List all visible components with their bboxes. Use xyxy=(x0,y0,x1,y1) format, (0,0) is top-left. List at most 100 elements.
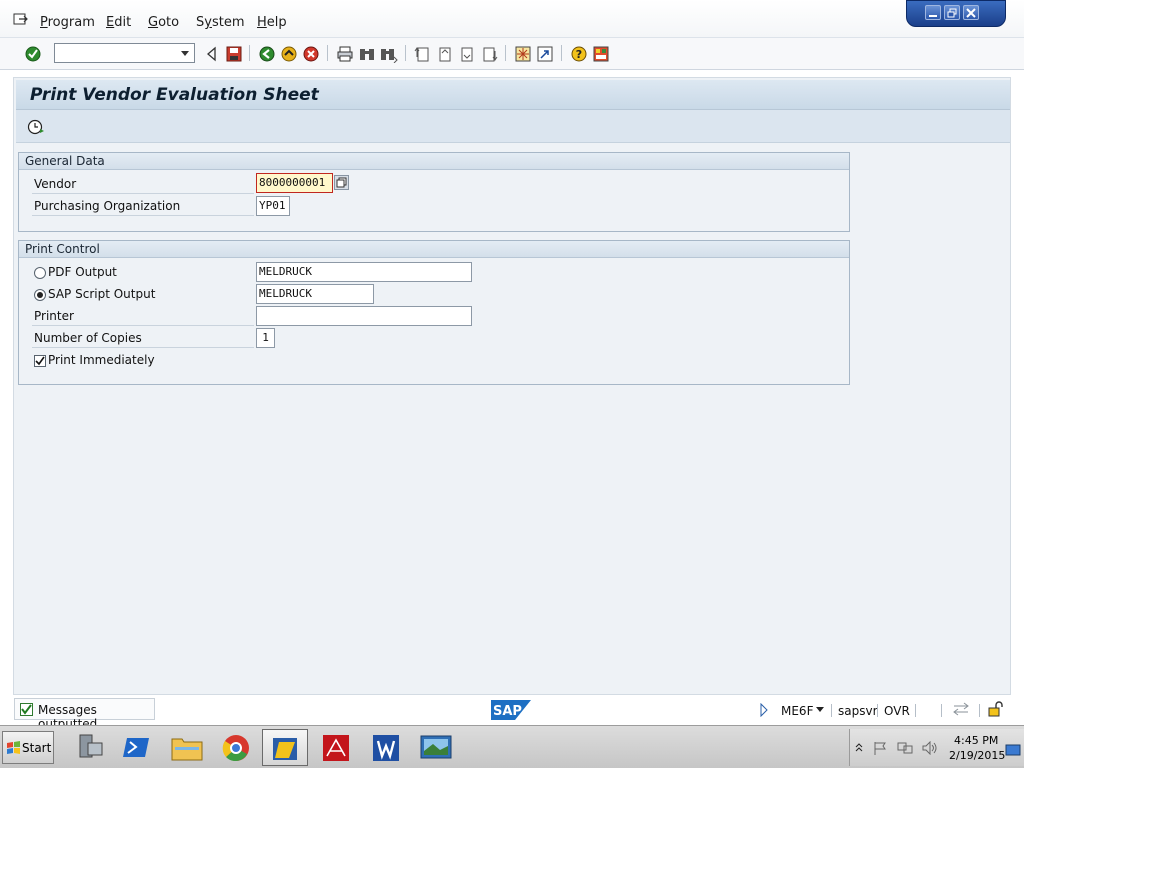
toolbar-separator xyxy=(561,45,562,61)
explorer-taskbar-button[interactable] xyxy=(164,729,210,766)
first-page-icon[interactable] xyxy=(414,45,432,63)
chrome-taskbar-button[interactable] xyxy=(213,729,259,766)
title-bar: Print Vendor Evaluation Sheet xyxy=(16,80,1010,110)
minimize-icon xyxy=(929,15,937,17)
label-underline xyxy=(32,215,254,216)
menu-edit[interactable]: Edit xyxy=(106,15,131,30)
main-area: Print Vendor Evaluation Sheet General Da… xyxy=(13,77,1011,695)
clock-time[interactable]: 4:45 PM xyxy=(954,734,998,747)
purchasing-organization-field[interactable]: YP01 xyxy=(256,196,290,216)
acrobat-taskbar-button[interactable] xyxy=(313,729,359,766)
windows-logo-icon xyxy=(7,741,20,754)
network-icon[interactable] xyxy=(897,741,913,755)
checkmark-icon xyxy=(21,704,32,715)
next-page-icon[interactable] xyxy=(458,45,476,63)
word-icon xyxy=(373,735,399,761)
sap-logon-taskbar-button[interactable] xyxy=(262,729,308,766)
general-data-group: General Data Vendor 8000000001 Purchasin… xyxy=(18,152,850,232)
last-page-icon[interactable] xyxy=(480,45,498,63)
action-center-flag-icon[interactable] xyxy=(872,741,888,755)
powershell-taskbar-button[interactable] xyxy=(115,729,161,766)
pdf-output-label: PDF Output xyxy=(48,265,117,279)
status-separator xyxy=(877,704,878,717)
word-taskbar-button[interactable] xyxy=(363,729,409,766)
acrobat-icon xyxy=(323,735,349,761)
menu-exit-icon[interactable] xyxy=(13,12,29,26)
chevron-down-icon[interactable] xyxy=(181,51,189,56)
menu-bar: Program Edit Goto System Help xyxy=(0,0,1024,38)
create-shortcut-icon[interactable] xyxy=(536,45,554,63)
sap-script-output-radio[interactable] xyxy=(34,289,46,301)
status-separator xyxy=(941,704,942,717)
save-icon[interactable] xyxy=(225,45,243,63)
label-underline xyxy=(32,325,254,326)
toolbar-separator xyxy=(327,45,328,61)
close-icon xyxy=(966,8,976,18)
remote-desktop-taskbar-button[interactable] xyxy=(413,729,459,766)
execute-icon[interactable] xyxy=(27,118,45,136)
status-bar: Messages outputted SAP ME6F sapsvr OVR xyxy=(0,695,1024,731)
print-icon[interactable] xyxy=(336,45,354,63)
close-button[interactable] xyxy=(963,5,979,20)
restore-button[interactable] xyxy=(944,5,960,20)
insert-mode: OVR xyxy=(884,704,910,718)
pdf-output-form-field[interactable]: MELDRUCK xyxy=(256,262,472,282)
find-icon[interactable] xyxy=(358,45,376,63)
help-icon[interactable]: ? xyxy=(570,45,588,63)
vendor-field[interactable]: 8000000001 xyxy=(256,173,333,193)
search-help-icon xyxy=(336,177,347,188)
back-arrow-icon[interactable] xyxy=(203,45,221,63)
back-icon[interactable] xyxy=(258,45,276,63)
menu-system[interactable]: System xyxy=(196,15,245,30)
exit-icon[interactable] xyxy=(280,45,298,63)
sap-script-form-field[interactable]: MELDRUCK xyxy=(256,284,374,304)
printer-field[interactable] xyxy=(256,306,472,326)
show-hidden-icons-icon[interactable] xyxy=(855,742,863,752)
previous-page-icon[interactable] xyxy=(436,45,454,63)
status-separator xyxy=(915,704,916,717)
group-heading: Print Control xyxy=(19,241,849,258)
chevron-down-icon[interactable] xyxy=(816,707,824,712)
minimize-button[interactable] xyxy=(925,5,941,20)
customize-layout-icon[interactable] xyxy=(592,45,610,63)
start-button[interactable]: Start xyxy=(2,731,54,764)
menu-help[interactable]: Help xyxy=(257,15,287,30)
pdf-output-radio[interactable] xyxy=(34,267,46,279)
toolbar-separator xyxy=(249,45,250,61)
label-underline xyxy=(32,347,254,348)
status-separator xyxy=(831,704,832,717)
transaction-code: ME6F xyxy=(781,704,814,718)
find-next-icon[interactable] xyxy=(380,45,398,63)
sap-script-output-label: SAP Script Output xyxy=(48,287,156,301)
svg-text:?: ? xyxy=(576,48,582,61)
system-tray: 4:45 PM 2/19/2015 xyxy=(849,729,1024,766)
print-control-group: Print Control PDF Output MELDRUCK SAP Sc… xyxy=(18,240,850,385)
play-arrow-icon[interactable] xyxy=(760,703,768,717)
enter-icon[interactable] xyxy=(24,45,42,63)
print-immediately-label: Print Immediately xyxy=(48,353,155,367)
show-desktop-icon[interactable] xyxy=(1005,744,1021,756)
purchasing-organization-label: Purchasing Organization xyxy=(34,199,181,213)
cancel-icon[interactable] xyxy=(302,45,320,63)
server-manager-taskbar-button[interactable] xyxy=(66,729,112,766)
windows-taskbar: Start 4:45 PM 2/19/2015 xyxy=(0,725,1024,768)
window-controls xyxy=(906,0,1006,27)
start-label: Start xyxy=(22,741,52,755)
connection-icon[interactable] xyxy=(952,702,970,716)
command-field[interactable] xyxy=(54,43,195,63)
sap-gui-window: Program Edit Goto System Help ? Print Ve… xyxy=(0,0,1024,768)
lock-icon[interactable] xyxy=(987,701,1003,717)
create-session-icon[interactable] xyxy=(514,45,532,63)
print-immediately-checkbox[interactable] xyxy=(34,355,46,367)
menu-goto[interactable]: Goto xyxy=(148,15,179,30)
success-check-icon xyxy=(20,703,33,716)
status-message[interactable]: Messages outputted xyxy=(14,698,155,731)
clock-date[interactable]: 2/19/2015 xyxy=(949,749,1005,762)
volume-icon[interactable] xyxy=(922,741,938,755)
server-name: sapsvr xyxy=(838,704,878,718)
menu-program[interactable]: Program xyxy=(40,15,95,30)
sap-logo-text: SAP xyxy=(493,704,522,719)
number-of-copies-field[interactable]: 1 xyxy=(256,328,275,348)
vendor-search-help-button[interactable] xyxy=(334,175,349,190)
server-manager-icon xyxy=(79,734,103,758)
